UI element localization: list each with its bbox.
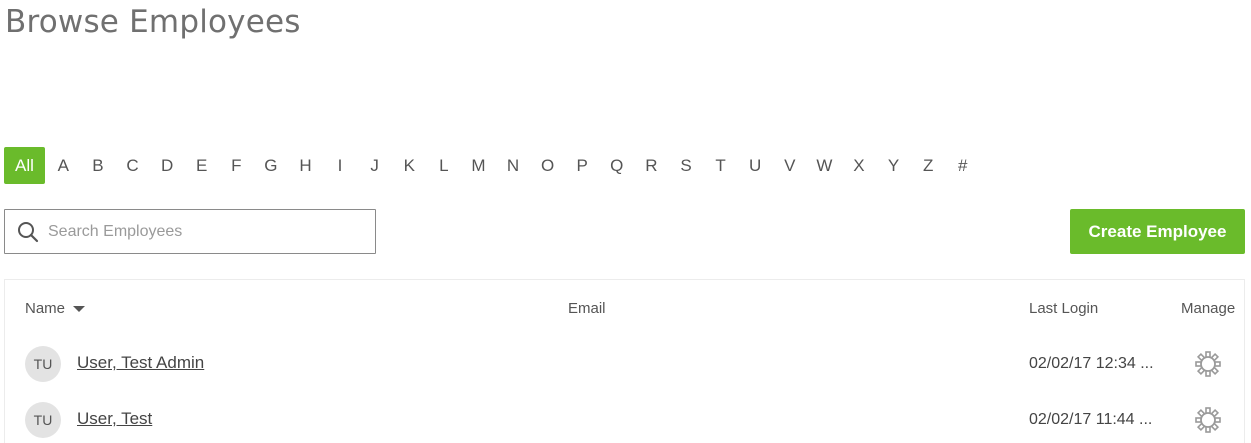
alpha-filter-hash[interactable]: #: [945, 147, 980, 184]
alpha-filter-t[interactable]: T: [703, 147, 738, 184]
alpha-filter-l[interactable]: L: [427, 147, 462, 184]
gear-icon[interactable]: [1195, 351, 1221, 377]
page-title: Browse Employees: [5, 4, 301, 40]
alpha-filter-k[interactable]: K: [392, 147, 427, 184]
last-login-value: 02/02/17 12:34 ...: [1029, 355, 1154, 372]
column-header-last-login: Last Login: [1029, 300, 1099, 317]
alpha-filter-u[interactable]: U: [738, 147, 773, 184]
alpha-filter-i[interactable]: I: [323, 147, 358, 184]
avatar: TU: [25, 346, 61, 382]
column-header-name-label: Name: [25, 300, 66, 317]
search-box[interactable]: [4, 209, 376, 254]
employees-table: Name Email Last Login Manage TU User, Te…: [4, 279, 1245, 443]
alpha-filter-d[interactable]: D: [150, 147, 185, 184]
alpha-filter-y[interactable]: Y: [876, 147, 911, 184]
alpha-filter-r[interactable]: R: [634, 147, 669, 184]
alpha-filter-e[interactable]: E: [184, 147, 219, 184]
alpha-filter-b[interactable]: B: [81, 147, 116, 184]
alpha-filter-w[interactable]: W: [807, 147, 842, 184]
alpha-filter-f[interactable]: F: [219, 147, 254, 184]
alpha-filter-m[interactable]: M: [461, 147, 496, 184]
alpha-filter-q[interactable]: Q: [600, 147, 635, 184]
column-header-email: Email: [568, 300, 606, 317]
search-input[interactable]: [48, 222, 348, 241]
alpha-filter-c[interactable]: C: [115, 147, 150, 184]
employee-name-link[interactable]: User, Test Admin: [77, 353, 204, 373]
sort-caret-down-icon: [73, 306, 86, 312]
search-icon: [18, 221, 39, 242]
table-row: TU User, Test Admin 02/02/17 12:34 ...: [5, 336, 1246, 392]
table-row: TU User, Test 02/02/17 11:44 ...: [5, 392, 1246, 443]
alpha-filter-g[interactable]: G: [254, 147, 289, 184]
column-header-manage: Manage: [1181, 300, 1236, 317]
alpha-filter-p[interactable]: P: [565, 147, 600, 184]
last-login-value: 02/02/17 11:44 ...: [1029, 411, 1153, 428]
alpha-filter-a[interactable]: A: [46, 147, 81, 184]
employee-name-link[interactable]: User, Test: [77, 409, 152, 429]
column-header-name[interactable]: Name: [25, 300, 86, 317]
alpha-filter-n[interactable]: N: [496, 147, 531, 184]
alphabet-filter: All A B C D E F G H I J K L M N O P Q R S T U V W X Y Z #: [4, 147, 980, 184]
alpha-filter-all[interactable]: All: [4, 147, 45, 184]
avatar: TU: [25, 402, 61, 438]
alpha-filter-s[interactable]: S: [669, 147, 704, 184]
alpha-filter-j[interactable]: J: [357, 147, 392, 184]
alpha-filter-h[interactable]: H: [288, 147, 323, 184]
alpha-filter-x[interactable]: X: [842, 147, 877, 184]
alpha-filter-z[interactable]: Z: [911, 147, 946, 184]
alpha-filter-v[interactable]: V: [772, 147, 807, 184]
create-employee-button[interactable]: Create Employee: [1070, 209, 1245, 254]
alpha-filter-o[interactable]: O: [530, 147, 565, 184]
gear-icon[interactable]: [1195, 407, 1221, 433]
